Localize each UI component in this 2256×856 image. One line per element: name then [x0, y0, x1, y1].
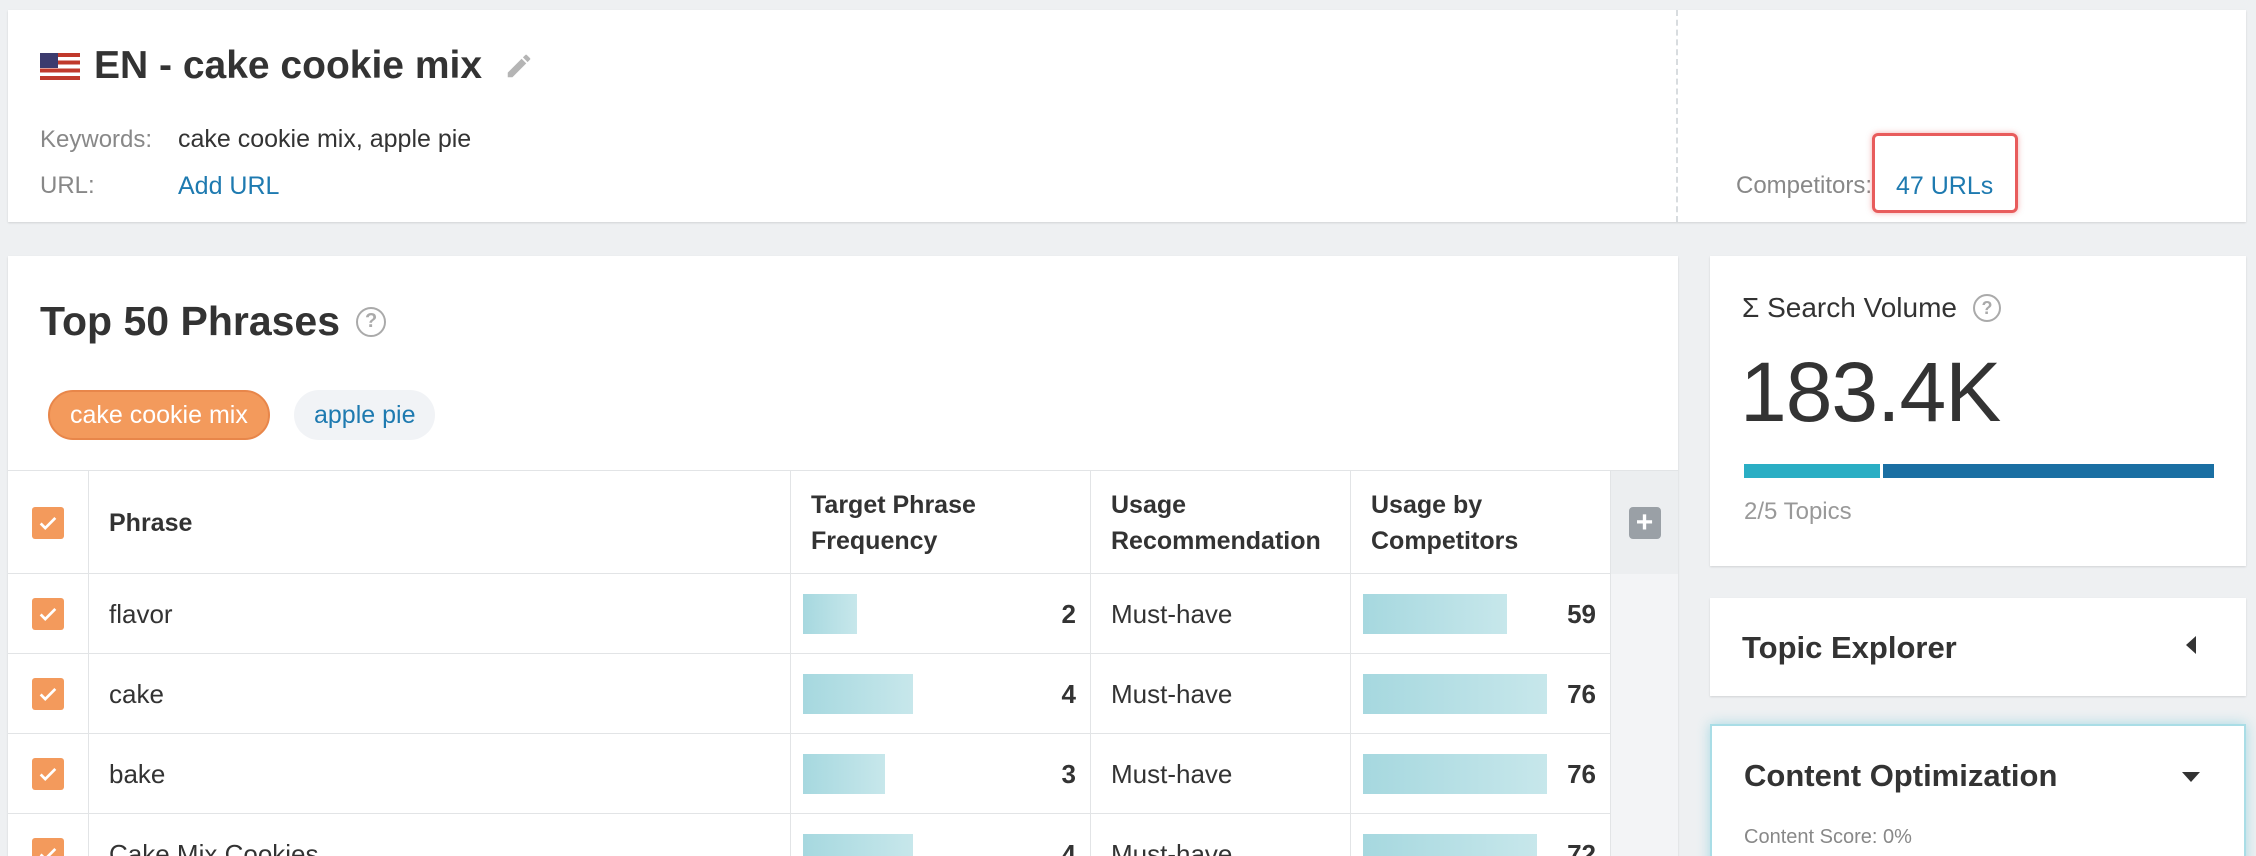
check-icon — [39, 607, 57, 621]
table-header: Phrase Target Phrase Frequency Usage Rec… — [8, 470, 1678, 575]
top-phrases-panel: Top 50 Phrases ? cake cookie mix apple p… — [8, 256, 1678, 856]
add-column-button[interactable]: + — [1628, 507, 1661, 539]
column-header-phrase[interactable]: Phrase — [88, 471, 790, 575]
column-header-usage-competitors[interactable]: Usage by Competitors — [1350, 471, 1610, 575]
title-row: EN - cake cookie mix — [40, 36, 534, 96]
target-frequency-cell: 4 — [790, 814, 1090, 856]
content-optimization-panel[interactable]: Content Optimization Content Score: 0% — [1710, 724, 2246, 856]
check-icon — [39, 767, 57, 781]
table-row[interactable]: flavor 2 Must-have 59 — [8, 574, 1678, 654]
content-optimization-title[interactable]: Content Optimization — [1744, 758, 2057, 794]
frequency-bar — [803, 674, 913, 714]
keywords-value: cake cookie mix, apple pie — [178, 125, 472, 153]
topic-explorer-title[interactable]: Topic Explorer — [1742, 630, 1957, 666]
frequency-value: 4 — [1061, 838, 1076, 856]
target-frequency-cell: 4 — [790, 654, 1090, 734]
check-icon — [39, 847, 57, 856]
target-frequency-cell: 2 — [790, 574, 1090, 654]
select-all-checkbox[interactable] — [32, 507, 64, 539]
competitors-usage-cell: 72 — [1350, 814, 1610, 856]
competitors-usage-cell: 59 — [1350, 574, 1610, 654]
add-url-link[interactable]: Add URL — [178, 172, 279, 201]
select-all-cell — [8, 471, 88, 575]
phrase-cell: bake — [88, 734, 790, 814]
frequency-bar — [803, 754, 885, 794]
competitors-bar — [1363, 594, 1507, 634]
phrase-cell: flavor — [88, 574, 790, 654]
frequency-value: 2 — [1061, 598, 1076, 629]
competitors-bar — [1363, 834, 1537, 856]
competitors-value: 76 — [1567, 678, 1596, 709]
tag-cake-cookie-mix[interactable]: cake cookie mix — [48, 390, 270, 440]
topics-progress-bar — [1744, 464, 2214, 478]
table-row[interactable]: cake 4 Must-have 76 — [8, 654, 1678, 734]
topic-explorer-panel[interactable]: Topic Explorer — [1710, 598, 2246, 696]
row-checkbox[interactable] — [32, 758, 64, 790]
topics-bar-segment-remaining — [1883, 464, 2214, 478]
frequency-value: 3 — [1061, 758, 1076, 789]
project-info: EN - cake cookie mix Keywords: cake cook… — [8, 10, 1678, 222]
usage-cell: Must-have — [1090, 574, 1350, 654]
help-icon[interactable]: ? — [1972, 294, 2001, 322]
search-volume-panel: Σ Search Volume ? 183.4K 2/5 Topics — [1710, 256, 2246, 566]
row-checkbox[interactable] — [32, 678, 64, 710]
frequency-bar — [803, 834, 913, 856]
tag-apple-pie[interactable]: apple pie — [294, 390, 436, 440]
caret-down-icon[interactable] — [2182, 772, 2200, 782]
phrases-title: Top 50 Phrases — [40, 298, 341, 344]
page-title: EN - cake cookie mix — [94, 44, 483, 87]
caret-left-icon[interactable] — [2186, 636, 2196, 654]
competitors-label: Competitors: — [1736, 172, 1873, 199]
edit-pencil-icon[interactable] — [504, 51, 534, 81]
add-column-cell: + — [1610, 471, 1678, 575]
phrases-heading: Top 50 Phrases ? — [40, 298, 387, 345]
search-volume-heading: Σ Search Volume ? — [1742, 292, 2001, 324]
project-header: EN - cake cookie mix Keywords: cake cook… — [8, 10, 2246, 222]
phrase-cell: cake — [88, 654, 790, 734]
competitors-value: 76 — [1567, 758, 1596, 789]
usage-cell: Must-have — [1090, 654, 1350, 734]
competitors-usage-cell: 76 — [1350, 654, 1610, 734]
phrase-cell: Cake Mix Cookies — [88, 814, 790, 856]
competitors-bar — [1363, 754, 1547, 794]
competitors-value: 72 — [1567, 838, 1596, 856]
row-checkbox[interactable] — [32, 598, 64, 630]
topics-bar-segment-covered — [1744, 464, 1880, 478]
competitors-usage-cell: 76 — [1350, 734, 1610, 814]
column-header-target-frequency[interactable]: Target Phrase Frequency — [790, 471, 1090, 575]
topics-count: 2/5 Topics — [1744, 498, 1852, 525]
search-volume-title: Σ Search Volume — [1742, 292, 1957, 323]
row-checkbox[interactable] — [32, 838, 64, 856]
search-volume-value: 183.4K — [1740, 345, 2001, 439]
column-header-usage-recommendation[interactable]: Usage Recommendation — [1090, 471, 1350, 575]
usage-cell: Must-have — [1090, 814, 1350, 856]
content-score: Content Score: 0% — [1744, 826, 1912, 848]
keywords-label: Keywords: — [40, 126, 153, 153]
check-icon — [39, 687, 57, 701]
check-icon — [39, 516, 57, 530]
table-row[interactable]: Cake Mix Cookies 4 Must-have 72 — [8, 814, 1678, 856]
competitors-value: 59 — [1567, 598, 1596, 629]
frequency-bar — [803, 594, 857, 634]
competitors-bar — [1363, 674, 1547, 714]
table-row[interactable]: bake 3 Must-have 76 — [8, 734, 1678, 814]
us-flag-icon — [40, 52, 80, 80]
frequency-value: 4 — [1061, 678, 1076, 709]
usage-cell: Must-have — [1090, 734, 1350, 814]
help-icon[interactable]: ? — [356, 306, 387, 337]
target-frequency-cell: 3 — [790, 734, 1090, 814]
competitors-link[interactable]: 47 URLs — [1896, 172, 1993, 201]
url-label: URL: — [40, 172, 95, 199]
